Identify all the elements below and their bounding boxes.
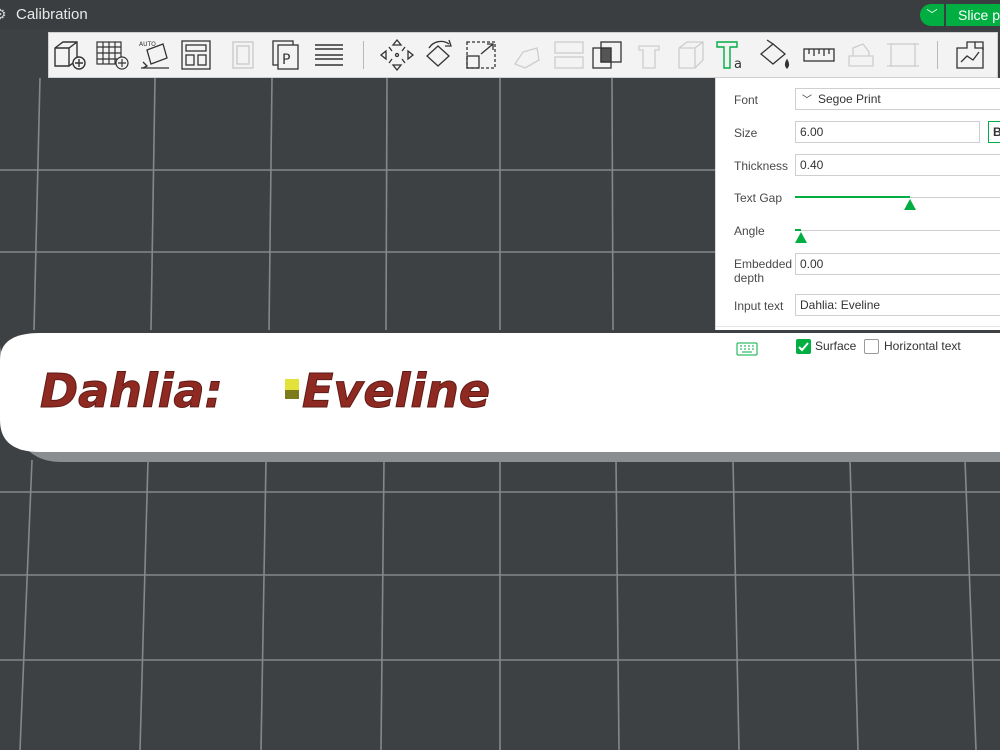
embedded-depth-label: Embedded depth (734, 257, 793, 285)
svg-text:P: P (282, 52, 290, 68)
plate-text-left: Dahlia: (40, 364, 223, 418)
boolean-icon (592, 41, 622, 69)
text-tool-button[interactable]: a (713, 38, 749, 72)
scale-icon (466, 41, 496, 69)
scale-button[interactable] (463, 38, 499, 72)
seam-paint-icon (678, 41, 704, 69)
slice-plate-button[interactable]: Slice p (946, 4, 1000, 26)
add-object-button[interactable] (51, 38, 87, 72)
font-label: Font (734, 93, 759, 107)
support-paint-button[interactable] (631, 38, 667, 72)
font-select-value: Segoe Print (818, 92, 881, 106)
simplify-button[interactable] (885, 38, 921, 72)
title-bar: ⚙ Calibration ﹀ Slice p (0, 0, 1000, 30)
add-plate-button[interactable] (94, 38, 130, 72)
main-toolbar: AUTO P a (48, 32, 998, 78)
text-gap-slider-fill (795, 196, 911, 198)
window-title: Calibration (16, 6, 88, 23)
split-objects-icon (232, 41, 254, 69)
horizontal-text-label: Horizontal text (884, 339, 961, 353)
move-button[interactable] (379, 38, 415, 72)
thickness-label: Thickness (734, 159, 789, 173)
assembly-view-icon (956, 41, 984, 69)
horizontal-text-checkbox[interactable] (864, 339, 879, 354)
assembly-button[interactable] (843, 38, 879, 72)
text-tool-panel: Font ﹀ Segoe Print Size 6.00 B Thickness … (715, 78, 1000, 356)
input-text-label: Input text (734, 299, 784, 313)
rotate-icon (426, 39, 452, 67)
assembly-view-button[interactable] (953, 38, 989, 72)
lay-on-face-icon (514, 47, 540, 69)
split-parts-icon: P (272, 40, 299, 70)
angle-slider-fill (795, 229, 802, 231)
lay-on-face-button[interactable] (509, 38, 545, 72)
angle-slider-thumb[interactable] (795, 232, 808, 243)
arrange-button[interactable] (179, 38, 215, 72)
angle-slider-track[interactable] (795, 230, 1000, 231)
add-object-icon (54, 41, 86, 70)
move-icon (379, 38, 415, 72)
auto-orient-button[interactable]: AUTO (137, 38, 173, 72)
layers-icon (315, 44, 343, 66)
text-cursor-marker-shadow (285, 390, 299, 399)
keyboard-icon[interactable] (736, 342, 758, 356)
thickness-input[interactable]: 0.40 (795, 154, 1000, 176)
chevron-down-icon: ﹀ (926, 9, 938, 21)
text-gap-label: Text Gap (734, 191, 783, 205)
measure-button[interactable] (801, 38, 837, 72)
simplify-icon (887, 43, 919, 67)
text-gap-slider-thumb[interactable] (904, 199, 917, 210)
rotate-button[interactable] (421, 38, 457, 72)
font-select[interactable]: ﹀ Segoe Print (795, 88, 1000, 110)
cut-button[interactable] (551, 38, 587, 72)
arrange-icon (181, 40, 211, 70)
split-objects-button[interactable] (227, 38, 263, 72)
surface-label: Surface (815, 339, 857, 353)
text-tool-icon: a (716, 41, 742, 72)
angle-label: Angle (734, 224, 765, 238)
embedded-depth-input[interactable]: 0.00 (795, 253, 1000, 275)
plate-text-right: Eveline (302, 364, 490, 418)
chevron-down-icon: ﹀ (802, 95, 812, 106)
input-text-field[interactable]: Dahlia: Eveline (795, 294, 1000, 316)
text-cursor-marker (285, 379, 299, 390)
measure-icon (803, 48, 835, 62)
panel-divider (716, 326, 1000, 327)
svg-text:a: a (734, 57, 742, 72)
slice-dropdown-button[interactable]: ﹀ (920, 4, 944, 26)
support-paint-icon (638, 45, 660, 69)
surface-checkbox[interactable] (796, 339, 811, 354)
cut-icon (554, 41, 584, 69)
color-paint-button[interactable] (757, 38, 793, 72)
bold-toggle-button[interactable]: B (988, 121, 1000, 143)
boolean-button[interactable] (589, 38, 625, 72)
color-paint-icon (759, 39, 790, 69)
layers-button[interactable] (311, 38, 347, 72)
auto-orient-icon: AUTO (139, 41, 169, 69)
check-icon (798, 342, 809, 352)
size-label: Size (734, 126, 758, 140)
assembly-icon (848, 43, 874, 67)
split-parts-button[interactable]: P (269, 38, 305, 72)
size-input[interactable]: 6.00 (795, 121, 980, 143)
app-gear-icon[interactable]: ⚙ (0, 6, 7, 23)
seam-paint-button[interactable] (673, 38, 709, 72)
add-plate-icon (96, 41, 129, 70)
